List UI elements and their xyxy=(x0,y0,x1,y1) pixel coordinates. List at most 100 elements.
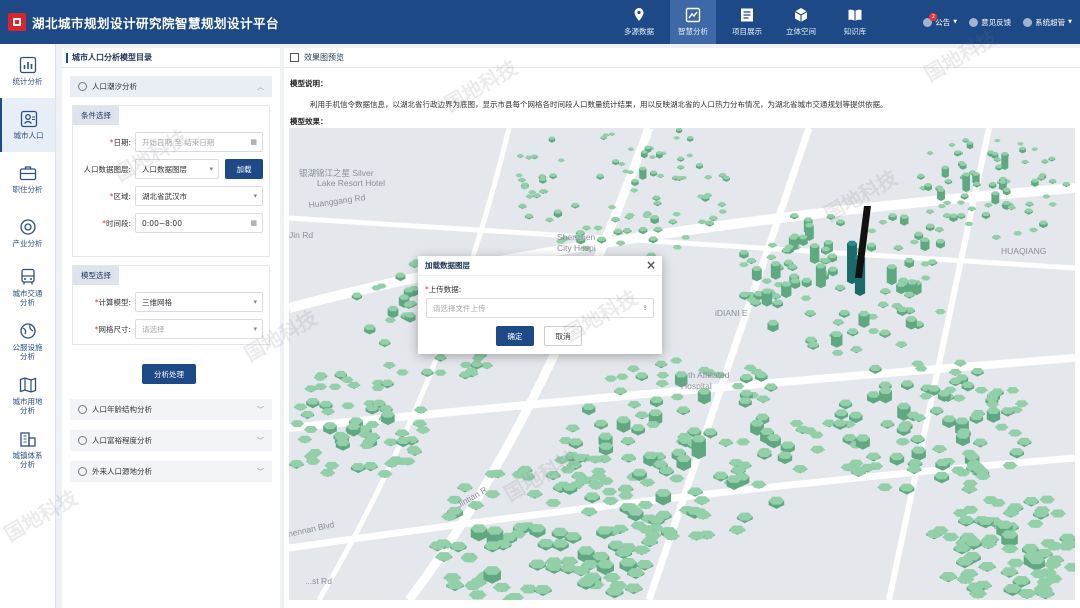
sidebar-item-statistics[interactable]: 统计分析 xyxy=(0,44,55,98)
accordion-migrant-origin[interactable]: 外来人口源地分析 ﹀ xyxy=(70,461,272,482)
sidebar-item-public-facilities[interactable]: 公服设施 分析 xyxy=(0,314,55,368)
notice-badge: 2 xyxy=(929,12,938,21)
preview-title: 效果图预览 xyxy=(304,53,344,62)
document-icon xyxy=(741,8,753,22)
close-icon[interactable]: × xyxy=(646,258,656,272)
nav-item-project-display[interactable]: 项目展示 xyxy=(724,0,770,44)
map-label: HUAQIANG xyxy=(1001,246,1046,256)
chevron-down-icon: ▾ xyxy=(253,192,257,200)
date-row: *日期: 开始日期 至 结束日期 ▦ xyxy=(73,132,269,152)
sidebar-item-town-system[interactable]: 城镇体系 分析 xyxy=(0,422,55,476)
feedback-icon xyxy=(969,17,979,27)
calc-value: 三维网格 xyxy=(142,297,172,307)
nav-item-knowledge-base[interactable]: 知识库 xyxy=(832,0,878,44)
grid-size-select[interactable]: 请选择 ▾ xyxy=(135,319,263,339)
layer-value: 人口数据图层 xyxy=(142,164,187,174)
sidebar-item-job-housing[interactable]: 职住分析 xyxy=(0,152,55,206)
sidebar-item-label: 公服设施 分析 xyxy=(12,342,43,361)
dialog-title: 加载数据图层 xyxy=(425,261,470,270)
nav-item-multisource-data[interactable]: 多源数据 xyxy=(616,0,662,44)
bar-chart-icon xyxy=(19,56,36,74)
dialog-actions: 确定 取消 xyxy=(496,326,582,346)
user-menu[interactable]: 系统超管 ▼ xyxy=(1023,17,1072,28)
sidebar-item-label: 城市人口 xyxy=(13,131,44,140)
user-icon xyxy=(1023,17,1033,27)
date-label: 日期 xyxy=(113,137,129,147)
load-button[interactable]: 加载 xyxy=(225,159,263,179)
map-label: 银湖锦江之星 Silver xyxy=(299,168,374,178)
region-select[interactable]: 湖北省武汉市 ▾ xyxy=(135,186,263,206)
accordion-label: 外来人口源地分析 xyxy=(92,467,152,476)
feedback-label: 意见反馈 xyxy=(981,17,1012,27)
preview-panel: 效果图预览 模型说明： 利用手机信令数据信息，以湖北省行政边界为底图，显示市县每… xyxy=(284,48,1080,608)
map-label: City Hospi xyxy=(557,243,596,253)
sidebar-item-label: 城市交通 分析 xyxy=(12,288,43,307)
chevron-up-icon: ︿ xyxy=(257,82,264,91)
load-layer-dialog: 加载数据图层 × *上传数据: 请选择文件上传 ⇪ 确定 取消 xyxy=(418,256,662,354)
briefcase-icon xyxy=(19,166,36,181)
notice-button[interactable]: 2 公告 ▼ xyxy=(923,12,958,28)
top-header: 湖北城市规划设计研究院智慧规划设计平台 多源数据 智慧分析 项目展示 立体空间 … xyxy=(0,0,1080,44)
upload-file-input[interactable]: 请选择文件上传 ⇪ xyxy=(426,298,654,318)
sidebar-item-label: 城镇体系 分析 xyxy=(12,450,43,469)
region-value: 湖北省武汉市 xyxy=(142,191,187,201)
header-actions: 2 公告 ▼ 意见反馈 系统超管 ▼ xyxy=(923,0,1072,44)
sidebar-item-traffic[interactable]: 城市交通 分析 xyxy=(0,260,55,314)
layer-row: 人口数据图层: 人口数据图层 ▾ 加载 xyxy=(73,159,269,179)
date-range-picker[interactable]: 开始日期 至 结束日期 ▦ xyxy=(135,132,263,152)
layer-select[interactable]: 人口数据图层 ▾ xyxy=(135,159,219,179)
layer-label: 人口数据图层: xyxy=(83,164,131,174)
upload-label: 上传数据: xyxy=(428,285,462,294)
accordion-population-tidal[interactable]: 人口潮汐分析 ︿ xyxy=(70,76,272,97)
time-row: *时间段: 0:00~8:00 ▦ xyxy=(73,213,269,233)
model-section: 模型选择 *计算模型: 三维网格 ▾ *网格尺寸: 请选择 ▾ xyxy=(72,265,270,345)
accordion-wealth-level[interactable]: 人口富裕程度分析 ﹀ xyxy=(70,430,272,451)
sidebar-item-label: 职住分析 xyxy=(12,185,43,194)
analyze-button[interactable]: 分析处理 xyxy=(142,364,196,384)
map-label: ...th Affiliated xyxy=(681,370,730,380)
chevron-down-icon: ﹀ xyxy=(257,405,264,414)
nav-label: 多源数据 xyxy=(624,27,654,36)
map-label: Lake Resort Hotel xyxy=(317,178,385,188)
sidebar-item-population[interactable]: 城市人口 xyxy=(0,98,55,152)
conditions-section: 条件选择 *日期: 开始日期 至 结束日期 ▦ 人口数据图层: 人口数据图层 ▾… xyxy=(72,105,270,257)
accordion-label: 人口年龄结构分析 xyxy=(92,405,152,414)
sidebar-item-industry[interactable]: 产业分析 xyxy=(0,206,55,260)
user-name: 系统超管 xyxy=(1035,17,1066,27)
model-desc-text: 利用手机信令数据信息，以湖北省行政边界为底图，显示市县每个网格各时间段人口数量统… xyxy=(310,100,888,109)
upload-placeholder: 请选择文件上传 xyxy=(433,303,486,313)
model-desc-label: 模型说明： xyxy=(290,79,328,88)
app-title: 湖北城市规划设计研究院智慧规划设计平台 xyxy=(32,15,280,31)
chart-icon xyxy=(685,7,701,23)
confirm-button[interactable]: 确定 xyxy=(496,326,534,346)
map-label: ...st Rd xyxy=(305,576,332,586)
nav-item-smart-analysis[interactable]: 智慧分析 xyxy=(670,0,716,44)
sidebar-item-land-use[interactable]: 城市用地 分析 xyxy=(0,368,55,422)
map-pin-icon xyxy=(634,8,644,21)
nav-label: 知识库 xyxy=(843,27,867,36)
chevron-down-icon: ▼ xyxy=(1068,19,1072,25)
nav-label: 立体空间 xyxy=(786,27,816,36)
map-3d-view[interactable]: 银湖锦江之星 Silver Lake Resort Hotel Huanggan… xyxy=(289,128,1075,600)
dialog-header: 加载数据图层 × xyxy=(418,256,662,276)
chevron-down-icon: ▼ xyxy=(953,19,958,25)
industry-icon xyxy=(19,219,36,235)
calc-model-select[interactable]: 三维网格 ▾ xyxy=(135,292,263,312)
chevron-down-icon: ▾ xyxy=(253,298,257,306)
time-range-picker[interactable]: 0:00~8:00 ▦ xyxy=(135,213,263,233)
calendar-icon: ▦ xyxy=(250,138,257,146)
accordion-age-structure[interactable]: 人口年龄结构分析 ﹀ xyxy=(70,399,272,420)
nav-item-3d-space[interactable]: 立体空间 xyxy=(778,0,824,44)
image-icon xyxy=(290,53,299,62)
map-label: Jin Rd xyxy=(289,230,313,240)
left-sidebar: 统计分析 城市人口 职住分析 产业分析 城市交通 分析 公服设施 分析 城市用地… xyxy=(0,44,56,608)
notice-label: 公告 xyxy=(935,17,951,27)
globe-icon xyxy=(19,322,36,339)
region-row: *区域: 湖北省武汉市 ▾ xyxy=(73,186,269,206)
cancel-button[interactable]: 取消 xyxy=(544,326,582,346)
sidebar-item-label: 城市用地 分析 xyxy=(12,396,43,415)
time-value: 0:00~8:00 xyxy=(142,218,182,228)
grid-label: 网格尺寸 xyxy=(98,324,129,334)
feedback-button[interactable]: 意见反馈 xyxy=(969,17,1011,28)
accordion-label: 人口潮汐分析 xyxy=(92,82,137,91)
